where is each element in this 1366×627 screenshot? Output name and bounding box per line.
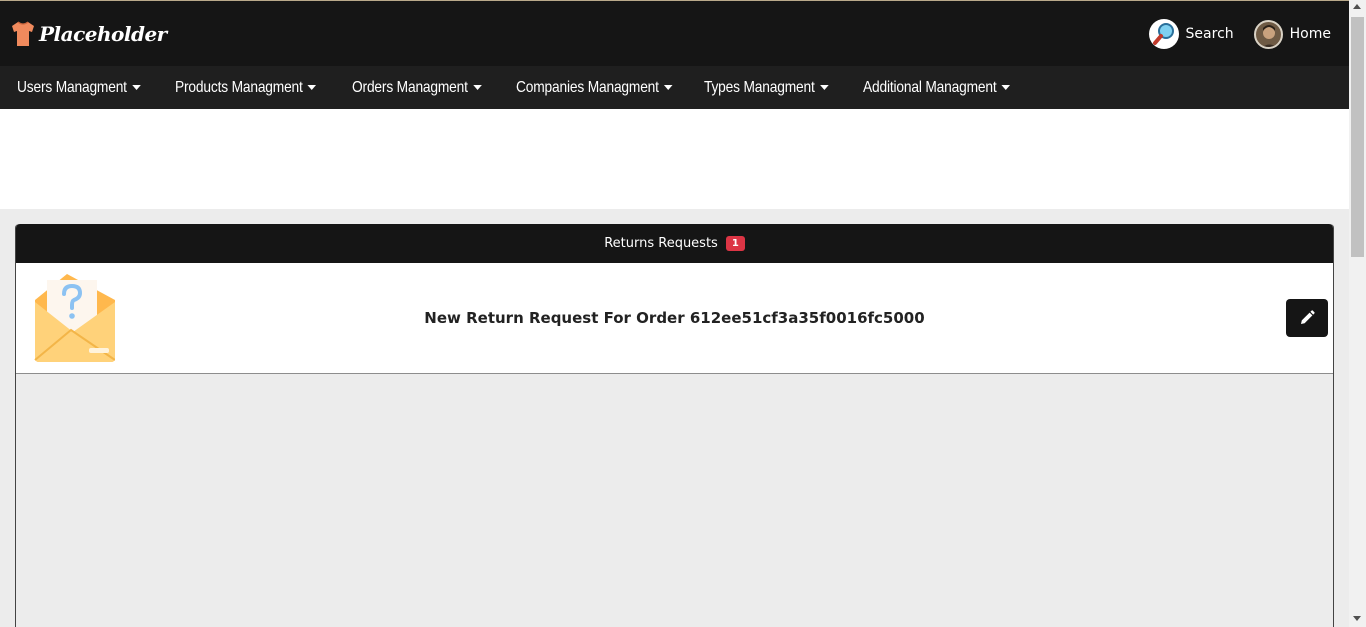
nav-types-management[interactable]: Types Managment <box>704 79 841 97</box>
nav-orders-management[interactable]: Orders Managment <box>352 79 493 97</box>
count-badge: 1 <box>725 236 745 251</box>
envelope-question-icon <box>34 274 115 362</box>
search-link[interactable]: Search <box>1148 19 1234 49</box>
nav-label: Companies Managment <box>516 78 659 96</box>
caret-down-icon <box>819 85 829 90</box>
avatar <box>1253 19 1283 49</box>
content-spacer <box>0 109 1349 209</box>
nav-label: Orders Managment <box>352 78 468 96</box>
search-label: Search <box>1185 26 1234 42</box>
list-item[interactable]: New Return Request For Order 612ee51cf3a… <box>16 263 1333 374</box>
logo-text: Placeholder <box>39 22 167 46</box>
top-header: Placeholder Search Home <box>0 0 1349 66</box>
scroll-up-icon[interactable] <box>1353 4 1361 9</box>
edit-button[interactable] <box>1286 299 1328 337</box>
scroll-thumb[interactable] <box>1351 17 1364 257</box>
nav-label: Users Managment <box>17 78 127 96</box>
nav-companies-management[interactable]: Companies Managment <box>516 79 678 97</box>
nav-label: Products Managment <box>175 78 303 96</box>
site-logo[interactable]: Placeholder <box>10 19 167 49</box>
panel-header: Returns Requests 1 <box>16 224 1333 263</box>
caret-down-icon <box>472 85 482 90</box>
main-nav: Users Managment Products Managment Order… <box>0 66 1349 109</box>
nav-users-management[interactable]: Users Managment <box>17 79 153 97</box>
request-text: New Return Request For Order 612ee51cf3a… <box>424 309 925 327</box>
nav-label: Types Managment <box>704 78 815 96</box>
returns-panel: Returns Requests 1 New Return Request Fo… <box>15 224 1334 627</box>
caret-down-icon <box>132 85 141 90</box>
caret-down-icon <box>1001 85 1011 90</box>
tshirt-icon <box>12 21 34 46</box>
panel-title: Returns Requests <box>604 236 718 251</box>
caret-down-icon <box>307 85 317 90</box>
nav-label: Additional Managment <box>863 78 997 96</box>
page-scrollbar[interactable] <box>1349 0 1366 627</box>
header-actions: Search Home <box>1148 19 1331 49</box>
home-link[interactable]: Home <box>1253 19 1331 49</box>
nav-additional-management[interactable]: Additional Managment <box>863 79 1018 97</box>
pencil-icon <box>1301 310 1315 324</box>
caret-down-icon <box>663 85 673 90</box>
home-label: Home <box>1289 26 1331 42</box>
search-icon <box>1148 19 1179 49</box>
scroll-down-icon[interactable] <box>1353 616 1361 621</box>
nav-products-management[interactable]: Products Managment <box>175 79 327 97</box>
